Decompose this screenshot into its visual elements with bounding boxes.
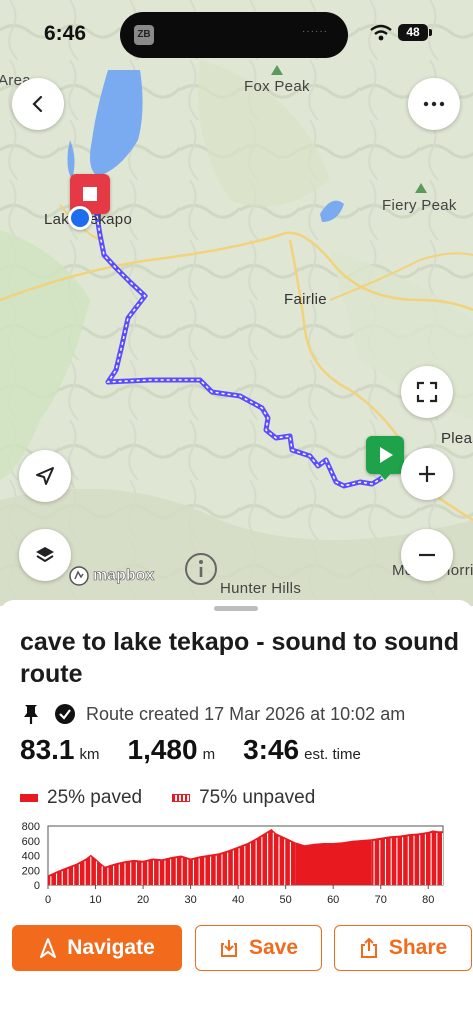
share-icon xyxy=(360,937,377,958)
map-label-fairlie: Fairlie xyxy=(284,291,327,308)
map-label-fox-peak: Fox Peak xyxy=(244,78,310,95)
battery-indicator: 48 xyxy=(398,24,432,41)
y-tick-label: 600 xyxy=(22,836,40,848)
layers-icon xyxy=(36,547,54,563)
zoom-in-button[interactable] xyxy=(401,448,453,500)
mapbox-icon xyxy=(69,566,89,586)
dynamic-island: ZB ······ xyxy=(120,12,348,58)
elevation-area-paved-1 xyxy=(295,839,372,885)
map-layers-button[interactable] xyxy=(19,529,71,581)
x-tick-label: 50 xyxy=(280,894,292,906)
status-time: 6:46 xyxy=(44,22,87,45)
route-stats: 83.1 km 1,480 m 3:46 est. time xyxy=(20,734,389,766)
status-bar: 6:46 ZB ······ 48 xyxy=(0,0,473,70)
route-start-marker[interactable] xyxy=(366,436,404,474)
back-icon xyxy=(32,95,43,113)
map-info-button[interactable] xyxy=(184,552,218,591)
stop-icon xyxy=(83,187,97,201)
pin-icon[interactable] xyxy=(20,703,42,725)
island-dots: ······ xyxy=(302,26,328,37)
navigate-button[interactable]: Navigate xyxy=(12,925,182,971)
wifi-icon xyxy=(370,24,392,41)
paved-label: 25% paved xyxy=(47,787,143,808)
x-tick-label: 70 xyxy=(375,894,387,906)
unpaved-swatch xyxy=(172,794,191,802)
more-options-button[interactable] xyxy=(408,78,460,130)
x-tick-label: 80 xyxy=(422,894,434,906)
play-icon xyxy=(380,447,393,463)
map-canvas[interactable] xyxy=(0,0,473,606)
unpaved-label: 75% unpaved xyxy=(199,787,316,808)
elevation-value: 1,480 xyxy=(127,734,198,765)
locate-icon xyxy=(36,467,54,485)
time-unit: est. time xyxy=(304,746,361,763)
elevation-unit: m xyxy=(202,746,216,763)
map-label-pleasant: Pleas xyxy=(441,430,473,447)
mapbox-wordmark: mapbox xyxy=(93,567,155,585)
fit-route-button[interactable] xyxy=(401,366,453,418)
y-tick-label: 400 xyxy=(22,851,40,863)
x-tick-label: 0 xyxy=(45,894,51,906)
current-location-dot xyxy=(68,206,92,230)
x-tick-label: 30 xyxy=(184,894,196,906)
navigate-label: Navigate xyxy=(67,936,155,959)
save-button[interactable]: Save xyxy=(195,925,322,971)
route-details-sheet[interactable]: cave to lake tekapo - sound to sound rou… xyxy=(0,600,473,1024)
y-tick-label: 0 xyxy=(34,880,40,892)
distance-unit: km xyxy=(79,746,100,763)
elevation-chart[interactable]: 800 600 400 200 00 10 20 30 40 50 60 70 80 xyxy=(10,818,450,913)
verified-check-icon xyxy=(55,704,75,724)
surface-legend: 25% paved 75% unpaved xyxy=(20,787,315,809)
navigate-arrow-icon xyxy=(40,938,57,958)
zoom-in-icon xyxy=(419,466,435,482)
zoom-out-button[interactable] xyxy=(401,529,453,581)
zoom-out-icon xyxy=(419,553,435,557)
share-button[interactable]: Share xyxy=(334,925,472,971)
mapbox-logo[interactable]: mapbox xyxy=(68,565,155,587)
map-label-hunter-hills: Hunter Hills xyxy=(220,580,302,597)
locate-me-button[interactable] xyxy=(19,450,71,502)
x-tick-label: 20 xyxy=(137,894,149,906)
y-tick-label: 200 xyxy=(22,865,40,877)
save-label: Save xyxy=(248,936,299,959)
app-icon: ZB xyxy=(134,25,154,45)
y-tick-label: 800 xyxy=(22,821,40,833)
info-icon xyxy=(185,553,217,585)
route-meta: Route created 17 Mar 2026 at 10:02 am xyxy=(20,703,405,725)
more-icon xyxy=(423,101,445,107)
x-tick-label: 10 xyxy=(89,894,101,906)
route-created-date: Route created 17 Mar 2026 at 10:02 am xyxy=(86,703,406,724)
paved-swatch xyxy=(20,794,38,802)
start-marker-pointer xyxy=(378,472,392,480)
share-label: Share xyxy=(388,936,448,959)
time-value: 3:46 xyxy=(243,734,300,765)
action-bar: Navigate Save Share xyxy=(12,925,472,971)
distance-value: 83.1 xyxy=(20,734,75,765)
elevation-area-unpaved-2 xyxy=(371,830,443,885)
download-icon xyxy=(220,940,237,957)
sheet-grab-handle[interactable] xyxy=(214,606,258,611)
route-title: cave to lake tekapo - sound to sound rou… xyxy=(20,628,459,688)
x-tick-label: 60 xyxy=(327,894,339,906)
map-label-fiery-peak: Fiery Peak xyxy=(382,197,457,214)
route-map[interactable]: Area Fox Peak Fiery Peak Lake Tekapo Fai… xyxy=(0,0,473,606)
back-button[interactable] xyxy=(12,78,64,130)
x-tick-label: 40 xyxy=(232,894,244,906)
expand-icon xyxy=(416,381,438,403)
